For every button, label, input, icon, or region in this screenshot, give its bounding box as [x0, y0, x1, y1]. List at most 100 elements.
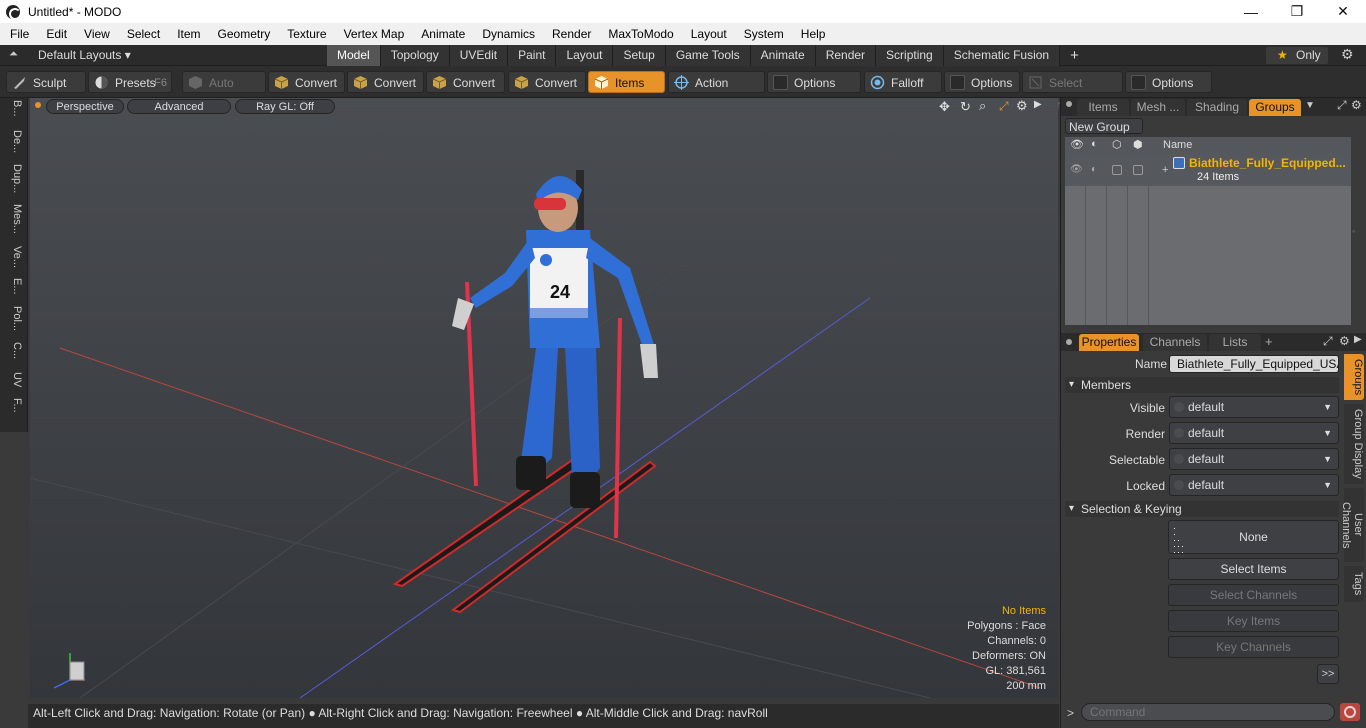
- tab-layout[interactable]: Layout: [556, 45, 614, 66]
- tab-setup[interactable]: Setup: [613, 45, 666, 66]
- row-eye-icon[interactable]: 👁: [1070, 164, 1083, 175]
- close-button[interactable]: ✕: [1320, 0, 1366, 23]
- action-center-button[interactable]: Action Center: [668, 71, 765, 112]
- presets-button[interactable]: Presets F6: [88, 71, 172, 93]
- menu-select[interactable]: Select: [117, 27, 167, 41]
- group-row[interactable]: 👁 ◐ + Biathlete_Fully_Equipped... 24 Ite…: [1065, 154, 1351, 186]
- tab-properties[interactable]: Properties: [1079, 334, 1139, 351]
- options-button-3[interactable]: Options: [1125, 71, 1212, 93]
- items-mode-button[interactable]: Items: [588, 71, 665, 93]
- menu-maxtomodo[interactable]: MaxToModo: [598, 27, 680, 41]
- name-input[interactable]: Biathlete_Fully_Equipped_USA_T: [1169, 355, 1339, 373]
- select-icon[interactable]: ⬡: [1112, 138, 1122, 151]
- menu-texture[interactable]: Texture: [277, 27, 333, 41]
- side-tab-group-display[interactable]: Group Display: [1344, 404, 1364, 484]
- tab-model[interactable]: Model: [327, 45, 381, 66]
- side-tab-user-channels[interactable]: User Channels: [1340, 488, 1364, 562]
- menu-animate[interactable]: Animate: [411, 27, 472, 41]
- tab-game-tools[interactable]: Game Tools: [665, 45, 751, 66]
- left-tab-mesh-edit[interactable]: Mes...: [3, 204, 23, 234]
- select-channels-button[interactable]: Select Channels: [1168, 584, 1339, 606]
- more-button[interactable]: >>: [1317, 664, 1339, 684]
- expand-icon[interactable]: ⤢: [1323, 334, 1333, 349]
- tab-schematic-fusion[interactable]: Schematic Fusion: [943, 45, 1061, 66]
- gear-icon[interactable]: ⚙: [1341, 46, 1354, 63]
- add-tab-button[interactable]: +: [1060, 45, 1089, 66]
- visibility-eye-icon[interactable]: 👁: [1070, 138, 1084, 151]
- menu-system[interactable]: System: [734, 27, 791, 41]
- left-tab-basic[interactable]: B...: [3, 100, 23, 130]
- collapse-icon[interactable]: ⏶: [9, 48, 18, 61]
- menu-edit[interactable]: Edit: [36, 27, 74, 41]
- select-through-button[interactable]: Select Through: [1022, 71, 1123, 112]
- tab-items[interactable]: Items: [1077, 99, 1129, 116]
- add-tab-icon[interactable]: +: [1265, 334, 1273, 349]
- minimize-button[interactable]: —: [1228, 0, 1274, 23]
- menu-vertex-map[interactable]: Vertex Map: [334, 27, 412, 41]
- left-tab-fusion[interactable]: F...: [3, 398, 23, 428]
- tab-paint[interactable]: Paint: [508, 45, 557, 66]
- render-icon[interactable]: ◐: [1091, 138, 1098, 150]
- default-layouts-dropdown[interactable]: Default Layouts ▾: [38, 48, 131, 62]
- none-button[interactable]: · · ·· ··· ··· None: [1168, 520, 1339, 557]
- left-tab-curve[interactable]: C...: [3, 342, 23, 372]
- members-section[interactable]: Members: [1065, 377, 1339, 393]
- convert-button-3[interactable]: Convert: [426, 71, 505, 93]
- tab-dropdown-icon[interactable]: ▼: [1305, 100, 1315, 111]
- tab-groups[interactable]: Groups: [1249, 99, 1301, 116]
- row-lock-icon[interactable]: [1133, 165, 1143, 175]
- options-button-2[interactable]: Options: [944, 71, 1020, 93]
- tab-topology[interactable]: Topology: [380, 45, 450, 66]
- render-dropdown[interactable]: default ▼: [1169, 422, 1339, 444]
- menu-geometry[interactable]: Geometry: [208, 27, 278, 41]
- convert-button-4[interactable]: Convert: [508, 71, 586, 93]
- row-select-icon[interactable]: [1112, 165, 1122, 175]
- menu-file[interactable]: File: [0, 27, 36, 41]
- tab-uvedit[interactable]: UVEdit: [449, 45, 509, 66]
- convert-button-2[interactable]: Convert: [347, 71, 424, 93]
- tab-mesh[interactable]: Mesh ...: [1131, 99, 1185, 116]
- expand-icon[interactable]: ⤢: [1337, 98, 1347, 113]
- key-channels-button[interactable]: Key Channels: [1168, 636, 1339, 658]
- locked-dropdown[interactable]: default ▼: [1169, 474, 1339, 496]
- menu-item[interactable]: Item: [167, 27, 207, 41]
- select-items-button[interactable]: Select Items: [1168, 558, 1339, 580]
- convert-button-1[interactable]: Convert: [268, 71, 345, 93]
- left-tab-vertex[interactable]: Ve...: [3, 246, 23, 276]
- menu-view[interactable]: View: [74, 27, 117, 41]
- record-button[interactable]: [1340, 703, 1360, 721]
- menu-dynamics[interactable]: Dynamics: [472, 27, 542, 41]
- row-expand-icon[interactable]: +: [1162, 164, 1168, 176]
- left-tab-deform[interactable]: De...: [3, 130, 23, 160]
- scroll-handle-icon[interactable]: ◦: [1352, 226, 1355, 236]
- panel-gear-icon[interactable]: ⚙: [1351, 98, 1362, 112]
- lock-icon[interactable]: ⬢: [1133, 138, 1143, 151]
- auto-select-button[interactable]: Auto Select: [182, 71, 266, 112]
- left-tab-edge[interactable]: E...: [3, 278, 23, 308]
- selection-keying-section[interactable]: Selection & Keying: [1065, 501, 1339, 517]
- left-tab-polygon[interactable]: Pol...: [3, 306, 23, 336]
- tab-scripting[interactable]: Scripting: [876, 45, 944, 66]
- tab-lists[interactable]: Lists: [1209, 334, 1261, 351]
- falloff-button[interactable]: Falloff: [864, 71, 942, 93]
- menu-render[interactable]: Render: [542, 27, 598, 41]
- maximize-button[interactable]: ❐: [1274, 0, 1320, 23]
- menu-help[interactable]: Help: [791, 27, 833, 41]
- selectable-dropdown[interactable]: default ▼: [1169, 448, 1339, 470]
- side-tab-tags[interactable]: Tags: [1344, 566, 1364, 602]
- menu-layout[interactable]: Layout: [681, 27, 734, 41]
- 3d-viewport[interactable]: Perspective Advanced Ray GL: Off ✥ ↻ ⌕ ⤢…: [30, 98, 1058, 698]
- panel-menu-icon[interactable]: ▶: [1354, 334, 1362, 345]
- tab-channels[interactable]: Channels: [1143, 334, 1207, 351]
- side-tab-groups[interactable]: Groups: [1344, 354, 1364, 400]
- panel-gear-icon[interactable]: ⚙: [1339, 334, 1350, 348]
- row-render-icon[interactable]: ◐: [1091, 164, 1097, 175]
- command-input[interactable]: [1081, 703, 1335, 721]
- new-group-button[interactable]: New Group: [1065, 118, 1143, 134]
- visible-dropdown[interactable]: default ▼: [1169, 396, 1339, 418]
- options-button-1[interactable]: Options: [767, 71, 861, 93]
- tab-animate[interactable]: Animate: [750, 45, 816, 66]
- key-items-button[interactable]: Key Items: [1168, 610, 1339, 632]
- tab-shading[interactable]: Shading: [1187, 99, 1247, 116]
- tab-render[interactable]: Render: [815, 45, 877, 66]
